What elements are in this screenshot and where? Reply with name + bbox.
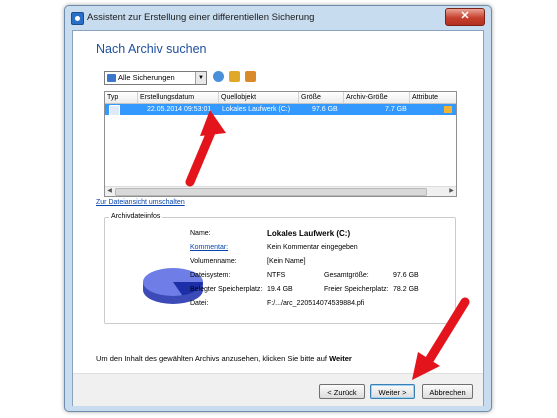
annotation-overlay — [185, 110, 470, 380]
red-arrow-icon — [185, 110, 226, 187]
red-arrow-icon — [412, 297, 470, 380]
